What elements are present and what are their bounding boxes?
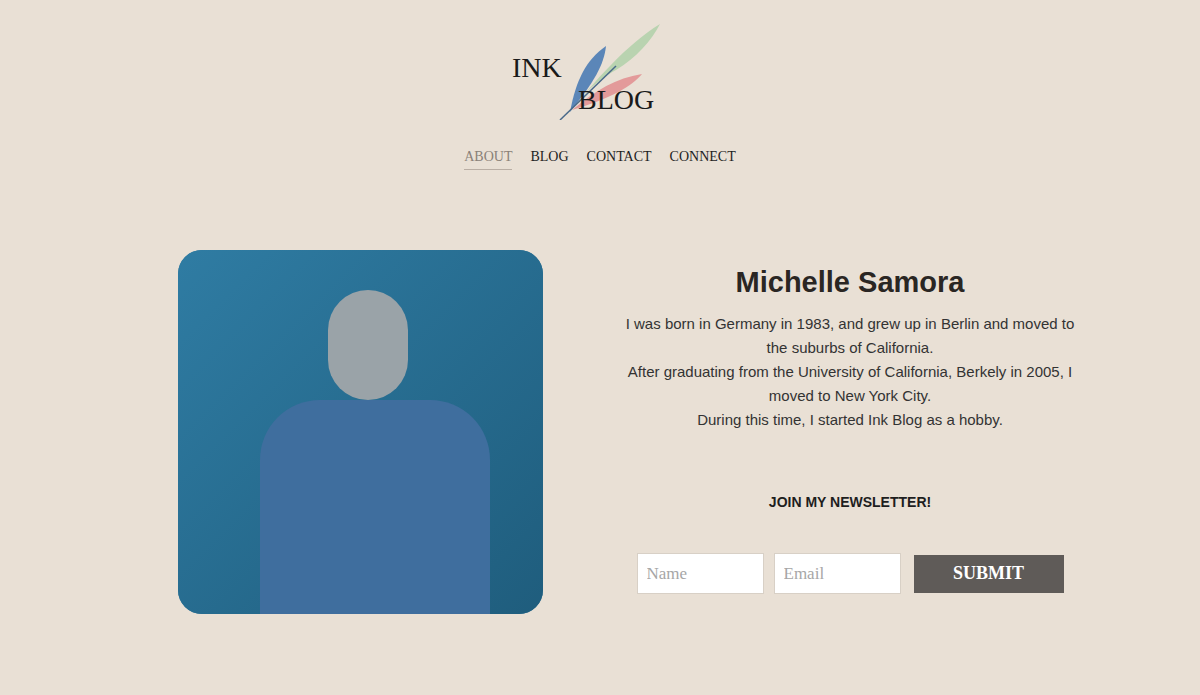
submit-button[interactable]: SUBMIT — [914, 555, 1064, 593]
profile-photo — [178, 250, 543, 614]
newsletter-heading: JOIN MY NEWSLETTER! — [769, 492, 931, 513]
bio-paragraph: After graduating from the University of … — [620, 360, 1080, 408]
newsletter-form: SUBMIT — [637, 553, 1064, 594]
nav-item[interactable]: ABOUT — [464, 146, 512, 170]
logo-text: BLOG — [578, 86, 654, 114]
bio-paragraph: I was born in Germany in 1983, and grew … — [620, 312, 1080, 360]
email-input[interactable] — [774, 553, 901, 594]
logo[interactable]: INK BLOG — [512, 18, 688, 122]
bio-paragraph: During this time, I started Ink Blog as … — [620, 408, 1080, 432]
logo-text: INK — [512, 54, 562, 82]
profile-name: Michelle Samora — [736, 264, 965, 300]
profile: Michelle Samora I was born in Germany in… — [590, 250, 1110, 614]
main-nav: ABOUT BLOG CONTACT CONNECT — [464, 146, 735, 170]
bio: I was born in Germany in 1983, and grew … — [620, 312, 1080, 432]
nav-item[interactable]: BLOG — [530, 146, 568, 170]
name-input[interactable] — [637, 553, 764, 594]
nav-item[interactable]: CONNECT — [670, 146, 736, 170]
nav-item[interactable]: CONTACT — [587, 146, 652, 170]
